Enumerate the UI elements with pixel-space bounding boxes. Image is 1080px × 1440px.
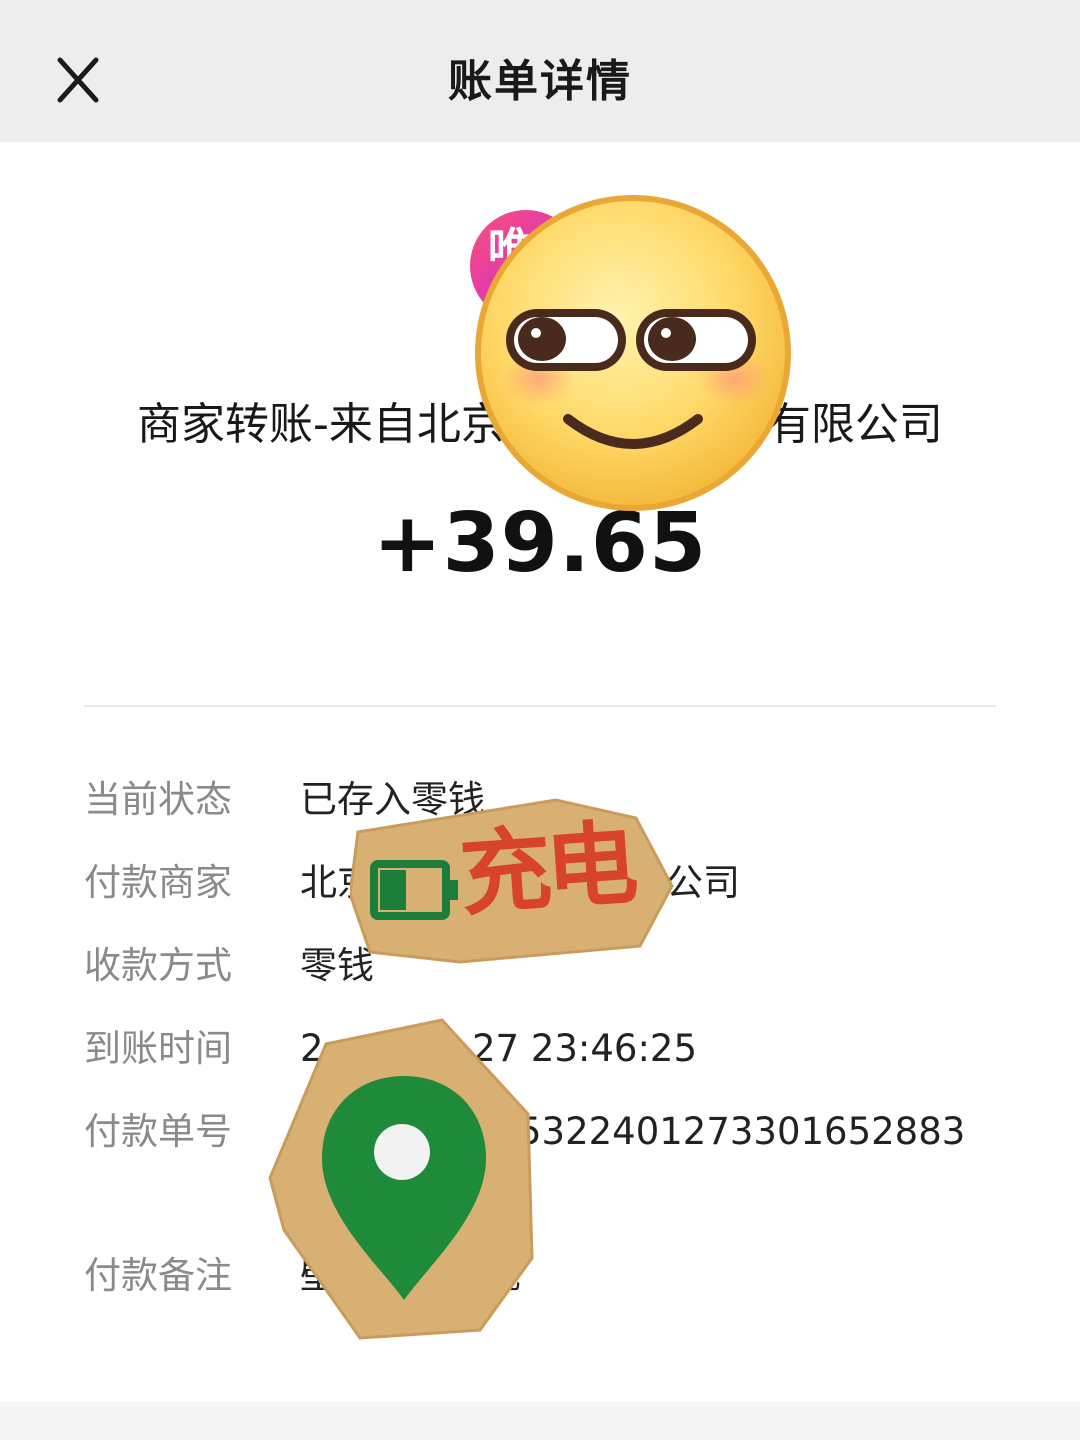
detail-label: 付款单号 (84, 1110, 232, 1153)
detail-row-time: 到账时间 2 27 23:46:25 (84, 1019, 1004, 1079)
detail-label: 付款备注 (84, 1254, 232, 1297)
detail-label: 当前状态 (84, 778, 232, 821)
detail-row-order-number: 付款单号 5322401273301652883 (84, 1102, 1004, 1162)
page-title: 账单详情 (448, 56, 632, 107)
battery-icon (370, 860, 458, 920)
charged-text: 充电 (456, 810, 636, 929)
detail-label: 付款商家 (84, 861, 232, 904)
bottom-spacer (0, 1402, 1080, 1440)
location-sticker (266, 1018, 542, 1344)
divider (84, 705, 996, 707)
detail-label: 到账时间 (84, 1027, 232, 1070)
detail-row-remark: 付款备注 壁 现 (84, 1246, 1004, 1306)
smirk-emoji-sticker (470, 193, 796, 519)
top-bar: 账单详情 (0, 0, 1080, 142)
detail-value-suffix: 5322401273301652883 (518, 1110, 966, 1153)
charged-sticker: 充电 (350, 798, 676, 964)
detail-value-suffix: 公司 (666, 861, 740, 904)
detail-label: 收款方式 (84, 944, 232, 987)
transaction-title-left: 商家转账-来自北京 (137, 399, 505, 450)
